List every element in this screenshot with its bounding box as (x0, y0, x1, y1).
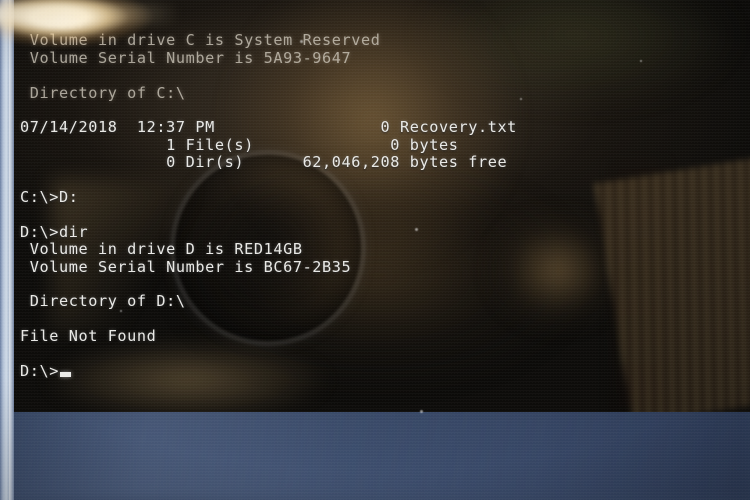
terminal-line: C:\>D: (20, 188, 79, 206)
text-cursor (59, 372, 71, 377)
photo-of-laptop-screen: >dir Volume in drive C is System Reserve… (0, 0, 750, 500)
terminal-line: Volume in drive D is RED14GB (20, 240, 303, 259)
terminal-line: 07/14/2018 12:37 PM 0 Recovery.txt (20, 118, 517, 137)
terminal-line: 1 File(s) 0 bytes (20, 135, 459, 154)
command-prompt-line[interactable]: D:\> (20, 362, 71, 380)
terminal-output: >dir Volume in drive C is System Reserve… (12, 0, 750, 412)
terminal-line: Volume Serial Number is 5A93-9647 (20, 48, 352, 67)
terminal-line: D:\>dir (20, 222, 89, 241)
prompt-text: D:\> (20, 362, 59, 380)
terminal-line: Volume Serial Number is BC67-2B35 (20, 257, 352, 276)
dust-speck (640, 60, 642, 62)
dust-speck (120, 310, 122, 312)
terminal-line: Directory of D:\ (20, 292, 186, 311)
dust-speck (520, 98, 522, 100)
lens-flare-streak (0, 4, 180, 24)
terminal-line: 0 Dir(s) 62,046,208 bytes free (20, 153, 508, 172)
terminal-line: File Not Found (20, 327, 157, 346)
dust-speck (420, 410, 423, 413)
command-prompt-window[interactable]: >dir Volume in drive C is System Reserve… (12, 0, 750, 412)
dust-speck (300, 40, 303, 43)
dust-speck (415, 228, 418, 231)
terminal-line: Directory of C:\ (20, 83, 186, 102)
